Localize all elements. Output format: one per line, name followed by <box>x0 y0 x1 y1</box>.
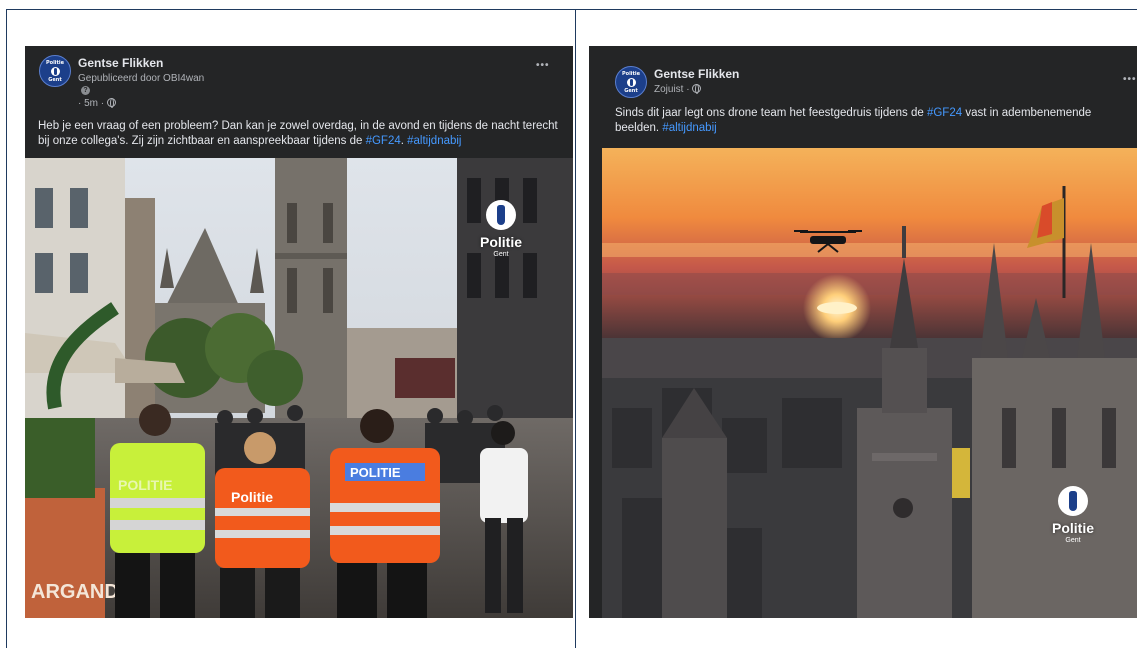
page-name-link[interactable]: Gentse Flikken <box>78 56 163 70</box>
politie-logo-icon <box>486 200 516 230</box>
post-body: Sinds dit jaar legt ons drone team het f… <box>615 107 927 119</box>
more-options-button[interactable]: ••• <box>1123 74 1137 85</box>
logo-word: Politie <box>1052 520 1095 536</box>
hashtag-link[interactable]: #altijdnabij <box>662 122 716 134</box>
logo-word: Politie <box>480 234 523 250</box>
more-options-button[interactable]: ••• <box>536 60 550 71</box>
avatar-label-top: Politie <box>45 59 65 66</box>
post-body-text: Heb je een vraag of een probleem? Dan ka… <box>38 120 558 147</box>
post-photo[interactable]: Politie Gent <box>602 148 1137 618</box>
police-badge-icon <box>50 66 60 76</box>
avatar-label-bottom: Gent <box>624 87 638 94</box>
politie-logo-icon <box>1058 486 1088 516</box>
vest-label-1: POLITIE <box>118 477 172 493</box>
logo-sub: Gent <box>1065 537 1081 544</box>
published-by: Gepubliceerd door OBI4wan <box>78 73 205 84</box>
post-time-text: Zojuist · <box>654 84 690 95</box>
sign-text: ARGAND <box>31 581 119 603</box>
post-time[interactable]: · 5m · <box>78 98 116 109</box>
politie-watermark: Politie Gent <box>1052 486 1094 544</box>
vest-label-3: POLITIE <box>350 465 401 480</box>
frame-top-line <box>6 9 1137 10</box>
post-time-text: · 5m · <box>78 98 105 109</box>
info-icon[interactable]: ? <box>81 86 90 95</box>
globe-icon <box>106 98 116 108</box>
frame-left-line <box>6 9 7 648</box>
logo-sub: Gent <box>493 251 509 258</box>
police-badge-icon <box>626 77 636 87</box>
avatar[interactable]: Politie Gent <box>39 55 71 87</box>
avatar-label-top: Politie <box>621 70 641 77</box>
post-body-text: Sinds dit jaar legt ons drone team het f… <box>615 106 1130 136</box>
hashtag-link[interactable]: #GF24 <box>927 107 962 119</box>
post-body: Heb je een vraag of een probleem? Dan ka… <box>38 120 558 147</box>
vest-label-2: Politie <box>231 489 273 505</box>
post-card-right: Politie Gent Gentse Flikken Zojuist · ••… <box>589 46 1137 618</box>
hashtag-link[interactable]: #altijdnabij <box>407 135 461 147</box>
post-photo[interactable]: ARGAND POLITIE Politie POLITIE Politie G… <box>25 158 573 618</box>
drone-sunset-photo-illustration <box>602 148 1137 618</box>
page-name-link[interactable]: Gentse Flikken <box>654 67 739 81</box>
avatar[interactable]: Politie Gent <box>615 66 647 98</box>
post-time[interactable]: Zojuist · <box>654 84 702 95</box>
post-card-left: Politie Gent Gentse Flikken Gepubliceerd… <box>25 46 573 618</box>
hashtag-link[interactable]: #GF24 <box>366 135 401 147</box>
politie-watermark: Politie Gent <box>480 200 522 258</box>
avatar-label-bottom: Gent <box>48 76 62 83</box>
globe-icon <box>692 84 702 94</box>
frame-divider-line <box>575 9 576 648</box>
